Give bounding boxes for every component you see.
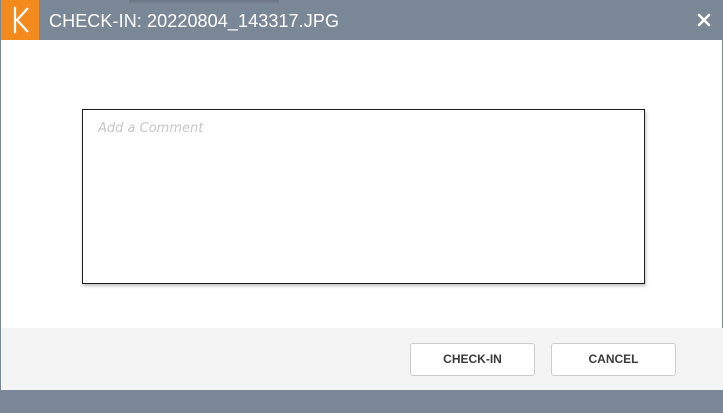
dialog-bottom-bar xyxy=(1,390,723,413)
dialog-titlebar: CHECK-IN: 20220804_143317.JPG xyxy=(1,0,723,40)
cancel-button[interactable]: CANCEL xyxy=(551,343,676,376)
comment-input[interactable] xyxy=(82,109,645,284)
dialog-title: CHECK-IN: 20220804_143317.JPG xyxy=(49,11,340,31)
check-in-dialog: CHECK-IN: 20220804_143317.JPG CHECK-IN C… xyxy=(0,0,723,413)
k-logo-icon xyxy=(1,0,39,40)
check-in-button[interactable]: CHECK-IN xyxy=(410,343,535,376)
close-icon[interactable] xyxy=(696,12,712,28)
